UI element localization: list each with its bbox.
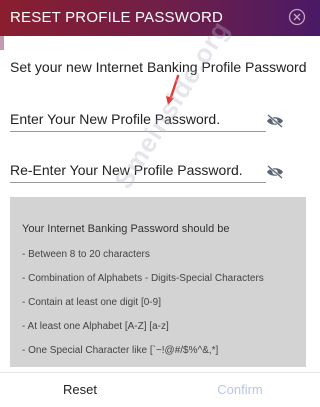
password-rules-panel: Your Internet Banking Password should be… <box>10 197 306 367</box>
new-password-placeholder: Enter Your New Profile Password. <box>10 111 221 127</box>
rule-item: - Contain at least one digit [0-9] <box>22 297 161 308</box>
eye-slash-icon[interactable] <box>266 114 284 128</box>
rules-heading: Your Internet Banking Password should be <box>22 223 230 235</box>
reenter-password-field[interactable]: Re-Enter Your New Profile Password. <box>10 158 266 183</box>
reset-button[interactable]: Reset <box>0 373 160 407</box>
rule-item: - At least one Alphabet [A-Z] [a-z] <box>22 321 169 332</box>
red-arrow-annotation <box>166 74 180 105</box>
rule-item: - One Special Character like [`~!@#/$%^&… <box>22 345 219 356</box>
dialog-header: RESET PROFILE PASSWORD <box>0 0 320 36</box>
rule-item: - Combination of Alphabets - Digits-Spec… <box>22 273 264 284</box>
instruction-text: Set your new Internet Banking Profile Pa… <box>10 59 307 75</box>
reenter-password-placeholder: Re-Enter Your New Profile Password. <box>10 162 243 178</box>
dialog-footer: Reset Confirm <box>0 372 320 407</box>
dialog-title: RESET PROFILE PASSWORD <box>10 9 224 26</box>
eye-slash-icon[interactable] <box>266 165 284 179</box>
close-icon[interactable] <box>288 8 306 26</box>
header-accent <box>0 36 4 50</box>
confirm-button[interactable]: Confirm <box>160 373 320 407</box>
new-password-field[interactable]: Enter Your New Profile Password. <box>10 107 266 132</box>
rule-item: - Between 8 to 20 characters <box>22 249 150 260</box>
